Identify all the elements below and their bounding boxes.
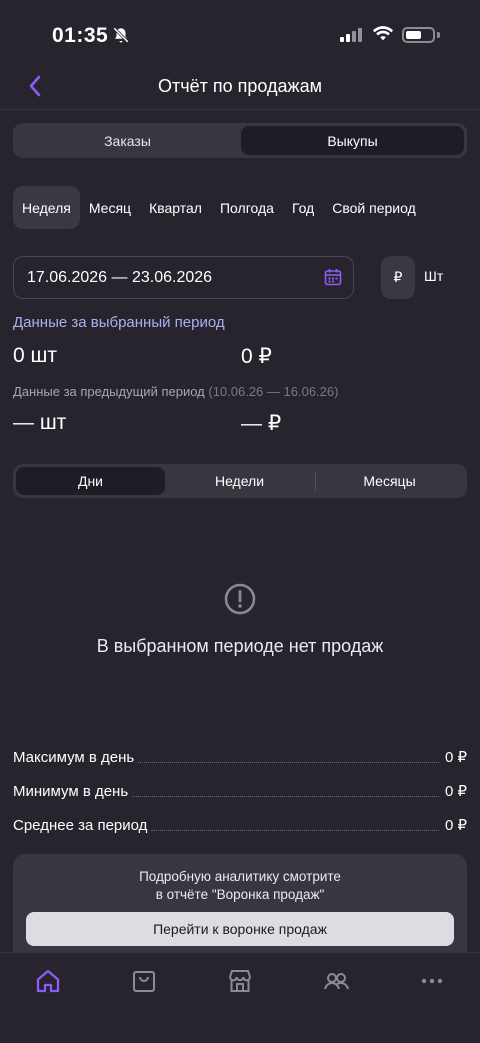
stat-label: Минимум в день — [13, 783, 129, 800]
unit-toggle-label[interactable]: Шт — [424, 268, 443, 284]
bell-off-icon — [113, 27, 129, 43]
stat-value: 0 ₽ — [444, 783, 467, 800]
signal-icon — [340, 28, 362, 42]
stat-avg-row: Среднее за период 0 ₽ — [13, 812, 467, 834]
stat-min-row: Минимум в день 0 ₽ — [13, 778, 467, 800]
current-sum: 0 ₽ — [241, 345, 272, 368]
tab-days[interactable]: Дни — [16, 467, 165, 495]
wifi-icon — [372, 26, 394, 41]
period-week[interactable]: Неделя — [13, 186, 80, 229]
previous-period-label: Данные за предыдущий период (10.06.26 — … — [13, 384, 338, 399]
alert-circle-icon — [224, 583, 256, 615]
current-period-link[interactable]: Данные за выбранный период — [13, 314, 225, 331]
tab-months[interactable]: Месяцы — [315, 467, 464, 495]
previous-period-range: (10.06.26 — 16.06.26) — [208, 384, 339, 399]
current-qty: 0 шт — [13, 344, 57, 367]
go-to-funnel-button[interactable]: Перейти к воронке продаж — [26, 912, 454, 946]
bag-icon[interactable] — [130, 967, 158, 995]
date-range-field[interactable]: 17.06.2026 — 23.06.2026 — [13, 256, 354, 299]
home-icon[interactable] — [34, 967, 62, 995]
bottom-tab-bar — [0, 952, 480, 1043]
funnel-promo-card: Подробную аналитику смотрите в отчёте "В… — [13, 854, 467, 958]
granularity-switch: Дни Недели Месяцы — [13, 464, 467, 498]
stat-value: 0 ₽ — [444, 749, 467, 766]
tab-weeks[interactable]: Недели — [165, 467, 314, 495]
stat-max-row: Максимум в день 0 ₽ — [13, 744, 467, 766]
tab-buyouts[interactable]: Выкупы — [241, 126, 464, 155]
status-time: 01:35 — [52, 24, 109, 47]
previous-qty: — шт — [13, 411, 67, 434]
dotted-leader — [132, 796, 439, 797]
period-month[interactable]: Месяц — [80, 186, 140, 229]
period-halfyear[interactable]: Полгода — [211, 186, 283, 229]
stat-label: Среднее за период — [13, 817, 148, 834]
users-icon[interactable] — [322, 967, 350, 995]
dotted-leader — [151, 830, 439, 831]
report-type-switch: Заказы Выкупы — [13, 123, 467, 158]
promo-line-1: Подробную аналитику смотрите — [139, 869, 341, 884]
nav-divider — [0, 109, 480, 110]
store-icon[interactable] — [226, 967, 254, 995]
calendar-icon[interactable] — [324, 268, 342, 286]
stat-value: 0 ₽ — [444, 817, 467, 834]
previous-period-title: Данные за предыдущий период — [13, 384, 205, 399]
period-year[interactable]: Год — [283, 186, 323, 229]
promo-line-2: в отчёте "Воронка продаж" — [155, 887, 325, 902]
period-custom[interactable]: Свой период — [323, 186, 425, 229]
promo-text: Подробную аналитику смотрите в отчёте "В… — [13, 868, 467, 904]
period-quarter[interactable]: Квартал — [140, 186, 211, 229]
dotted-leader — [138, 762, 439, 763]
empty-state-text: В выбранном периоде нет продаж — [96, 636, 384, 656]
battery-tip — [437, 32, 440, 38]
period-chips: Неделя Месяц Квартал Полгода Год Свой пе… — [13, 186, 425, 229]
more-icon[interactable] — [418, 967, 446, 995]
battery-icon — [402, 27, 435, 43]
page-title: Отчёт по продажам — [158, 76, 322, 96]
currency-toggle-button[interactable]: ₽ — [381, 256, 415, 299]
tab-orders[interactable]: Заказы — [16, 126, 239, 155]
stat-label: Максимум в день — [13, 749, 135, 766]
previous-sum: — ₽ — [241, 412, 282, 435]
date-range-value: 17.06.2026 — 23.06.2026 — [27, 269, 213, 286]
